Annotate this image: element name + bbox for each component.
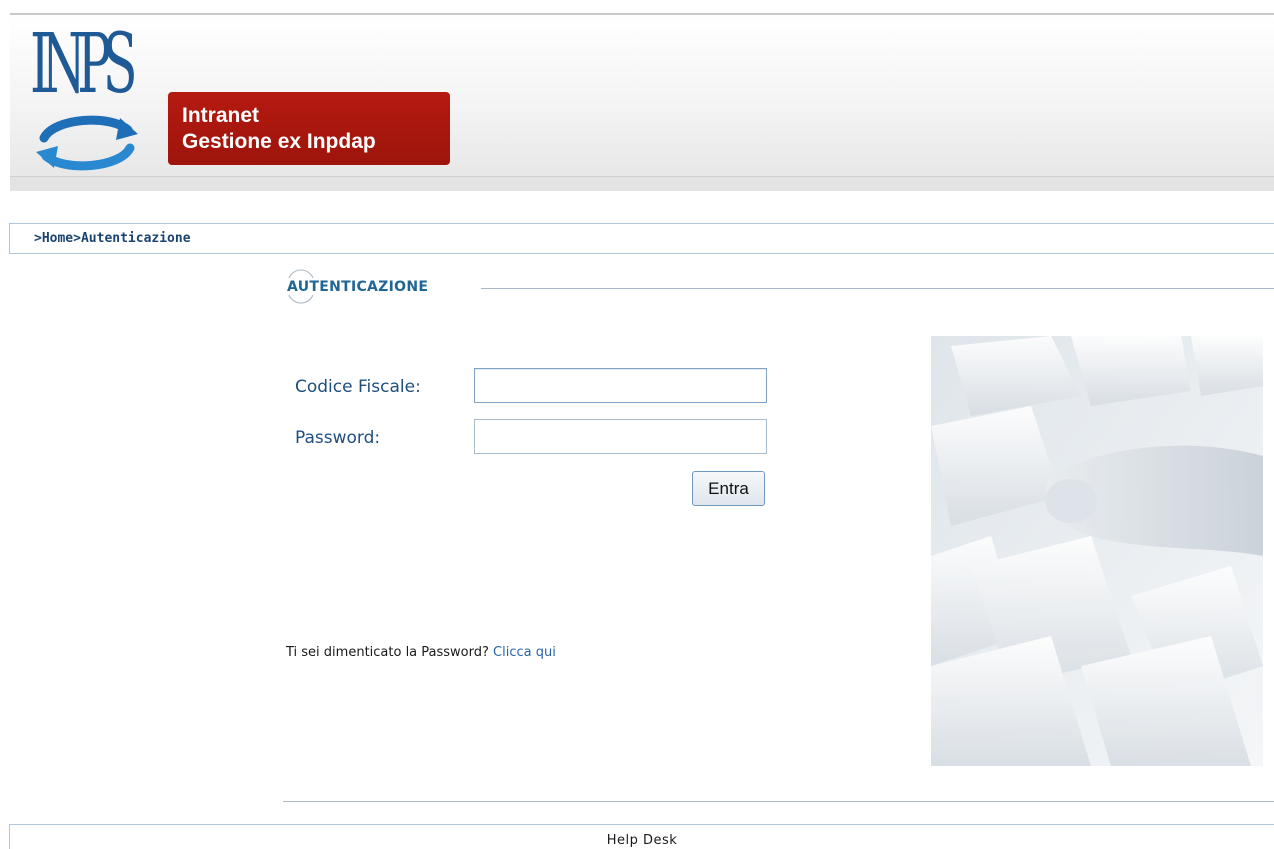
logo-wordmark: INPS (30, 17, 138, 112)
breadcrumb: >Home>Autenticazione (9, 223, 1274, 254)
header-bottom-band (10, 176, 1274, 191)
password-input[interactable] (474, 419, 767, 454)
codice-fiscale-label: Codice Fiscale: (295, 377, 421, 397)
section-header: AUTENTICAZIONE (286, 268, 1274, 304)
intranet-badge: Intranet Gestione ex Inpdap (168, 92, 450, 165)
page-title: AUTENTICAZIONE (287, 279, 429, 295)
badge-line-intranet: Intranet (182, 104, 260, 127)
help-desk-link[interactable]: Help Desk (607, 833, 678, 848)
keyboard-finger-photo (931, 336, 1263, 766)
circular-arrows-icon (36, 115, 138, 171)
entra-button[interactable]: Entra (692, 471, 765, 506)
password-label: Password: (295, 428, 381, 448)
inps-logo[interactable]: INPS (30, 22, 145, 174)
keyboard-photo-graphic (931, 336, 1263, 766)
title-divider (481, 288, 1274, 289)
breadcrumb-link[interactable]: >Home>Autenticazione (34, 231, 191, 246)
forgot-password-question: Ti sei dimenticato la Password? (286, 645, 489, 660)
forgot-password-link[interactable]: Clicca qui (493, 645, 556, 660)
footer-divider (283, 801, 1274, 802)
codice-fiscale-input[interactable] (474, 368, 767, 403)
footer-bar: Help Desk (9, 824, 1274, 849)
forgot-password: Ti sei dimenticato la Password? Clicca q… (286, 645, 556, 660)
badge-line-gestione: Gestione ex Inpdap (182, 130, 376, 153)
